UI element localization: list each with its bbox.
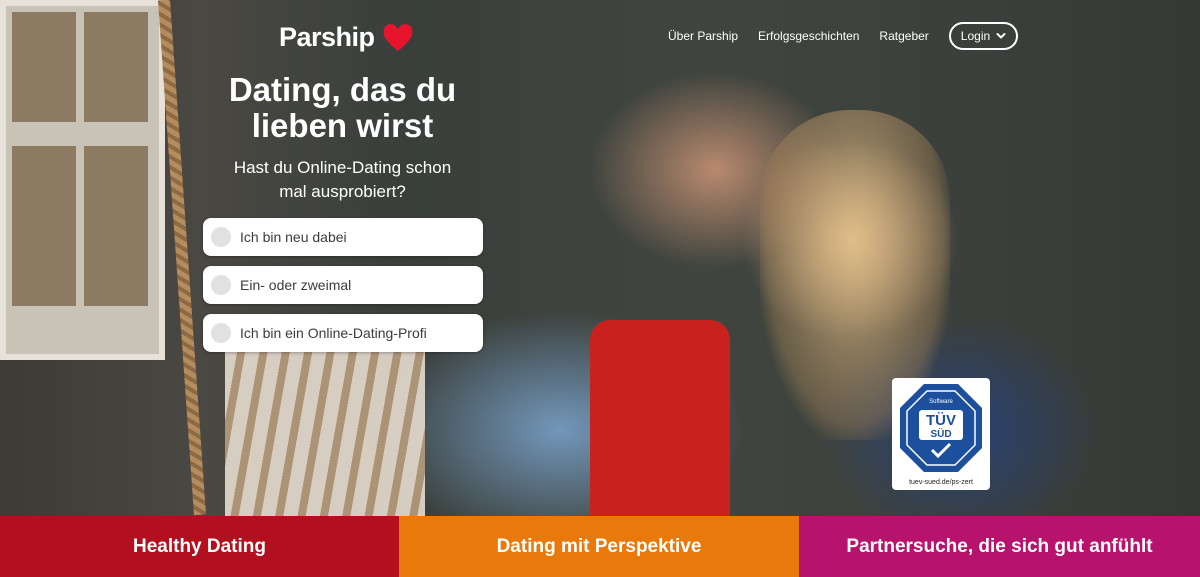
headline-line-1: Dating, das du — [228, 71, 457, 108]
login-label: Login — [960, 29, 991, 43]
answer-label: Ich bin neu dabei — [240, 229, 347, 245]
answer-label: Ich bin ein Online-Dating-Profi — [240, 325, 427, 341]
nav-link-ratgeber[interactable]: Ratgeber — [879, 23, 928, 49]
question-line-2: mal ausprobiert? — [279, 182, 406, 201]
radio-icon[interactable] — [211, 227, 231, 247]
answer-option-neu[interactable]: Ich bin neu dabei — [203, 218, 483, 256]
blanket — [225, 340, 425, 516]
tuv-sued-badge[interactable]: Software TÜV SÜD tuev-sued.de/ps-zert — [892, 378, 990, 490]
chevron-down-icon — [996, 33, 1006, 39]
answer-option-ein-zweimal[interactable]: Ein- oder zweimal — [203, 266, 483, 304]
headline-line-2: lieben wirst — [251, 107, 434, 144]
tile-partnersuche[interactable]: Partnersuche, die sich gut anfühlt — [799, 516, 1200, 577]
answer-label: Ein- oder zweimal — [240, 277, 352, 293]
bottom-bar: Healthy Dating Dating mit Perspektive Pa… — [0, 516, 1200, 577]
tile-healthy-dating[interactable]: Healthy Dating — [0, 516, 399, 577]
nav-link-ueber-parship[interactable]: Über Parship — [668, 23, 738, 49]
badge-brand-bottom: SÜD — [930, 427, 951, 440]
radio-icon[interactable] — [211, 275, 231, 295]
answer-option-profi[interactable]: Ich bin ein Online-Dating-Profi — [203, 314, 483, 352]
radio-icon[interactable] — [211, 323, 231, 343]
badge-label-top: Software — [929, 399, 953, 405]
question-line-1: Hast du Online-Dating schon — [233, 158, 452, 177]
top-nav: Über Parship Erfolgsgeschichten Ratgeber… — [668, 22, 1019, 50]
badge-brand-top: TÜV — [926, 412, 956, 429]
hero-question: Hast du Online-Dating schon mal ausprobi… — [200, 156, 485, 204]
logo-text: Parship — [279, 21, 375, 52]
hero-image — [0, 0, 1200, 516]
badge-url: tuev-sued.de/ps-zert — [909, 479, 973, 486]
tuv-seal-icon: Software TÜV SÜD — [900, 384, 982, 472]
parship-logo[interactable]: Parship — [279, 20, 415, 54]
red-shirt — [590, 320, 730, 516]
answer-options: Ich bin neu dabei Ein- oder zweimal Ich … — [203, 218, 483, 362]
heart-icon — [383, 24, 412, 51]
nav-link-erfolgsgeschichten[interactable]: Erfolgsgeschichten — [758, 23, 859, 49]
window-decoration — [0, 0, 165, 360]
tile-dating-mit-perspektive[interactable]: Dating mit Perspektive — [399, 516, 799, 577]
login-button[interactable]: Login — [948, 22, 1019, 50]
hero-headline: Dating, das du lieben wirst — [190, 72, 495, 144]
